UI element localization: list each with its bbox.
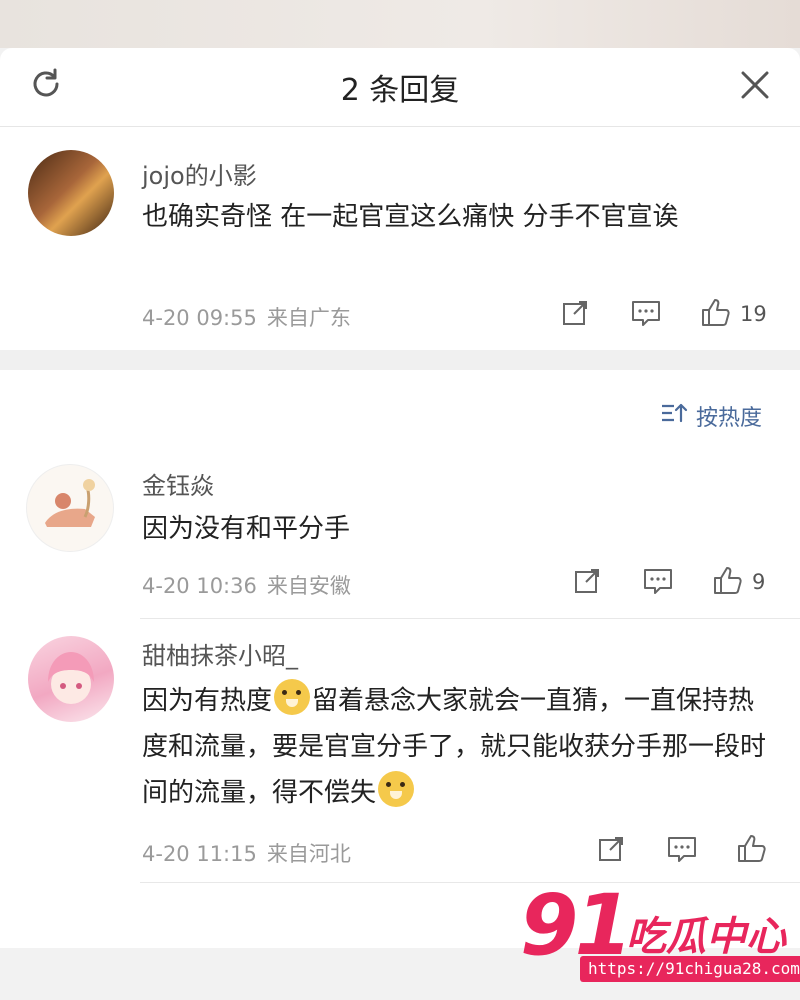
share-icon (572, 566, 602, 600)
comment-date: 4-20 09:55 (142, 306, 257, 330)
like-button[interactable] (736, 832, 768, 868)
watermark-logo: 91 吃瓜中心 https://91chigua28.com (520, 876, 800, 986)
comment-icon (666, 834, 698, 868)
doge-emoji-icon (378, 771, 415, 807)
avatar[interactable] (26, 464, 114, 552)
section-divider (0, 350, 800, 370)
like-count: 9 (752, 570, 766, 594)
doge-emoji-icon (274, 679, 311, 715)
comment-button[interactable] (630, 298, 662, 332)
comment-author[interactable]: jojo的小影 (142, 156, 257, 191)
reply-date: 4-20 11:15 (142, 842, 257, 866)
share-icon (596, 834, 626, 868)
background-strip (0, 0, 800, 48)
share-button[interactable] (596, 834, 626, 868)
sheet-title: 2 条回复 (340, 73, 460, 108)
avatar[interactable] (28, 636, 114, 722)
comment-button[interactable] (666, 834, 698, 868)
close-icon[interactable] (734, 64, 776, 106)
like-count: 19 (740, 302, 767, 326)
sheet-header: 2 条回复 (0, 48, 800, 127)
share-button[interactable] (560, 298, 590, 332)
thumbs-up-icon (736, 832, 768, 868)
main-comment: jojo的小影 也确实奇怪 在一起官宣这么痛快 分手不官宣诶 4-20 09:5… (0, 126, 800, 350)
like-button[interactable]: 19 (700, 296, 767, 332)
reply-date: 4-20 10:36 (142, 574, 257, 598)
reply-author[interactable]: 金钰焱 (142, 466, 214, 501)
reply-text: 因为有热度 留着悬念大家就会一直猜，一直保持热度和流量，要是官宣分手了，就只能收获… (142, 678, 772, 816)
reply-meta: 4-20 11:15 来自河北 (142, 838, 361, 868)
reply-author[interactable]: 甜柚抹茶小昭_ (142, 636, 298, 671)
watermark-url: https://91chigua28.com (580, 956, 800, 982)
share-button[interactable] (572, 566, 602, 600)
comment-text: 也确实奇怪 在一起官宣这么痛快 分手不官宣诶 (142, 202, 679, 232)
share-icon (560, 298, 590, 332)
thumbs-up-icon (712, 564, 744, 600)
avatar[interactable] (28, 150, 114, 236)
comment-location: 来自广东 (266, 306, 351, 330)
replies-sheet: 2 条回复 jojo的小影 也确实奇怪 在一起官宣这么痛快 分手不官宣诶 4-2… (0, 48, 800, 948)
comment-meta: 4-20 09:55 来自广东 (142, 302, 361, 332)
sort-icon (660, 401, 688, 431)
reply-text: 因为没有和平分手 (142, 514, 351, 544)
comment-button[interactable] (642, 566, 674, 600)
reply-location: 来自安徽 (266, 574, 351, 598)
reply-item: 金钰焱 因为没有和平分手 4-20 10:36 来自安徽 9 (0, 458, 800, 618)
divider (140, 618, 800, 619)
comment-icon (630, 298, 662, 332)
like-button[interactable]: 9 (712, 564, 765, 600)
sort-toggle[interactable]: 按热度 (660, 400, 762, 432)
reply-location: 来自河北 (266, 842, 351, 866)
sort-label: 按热度 (696, 406, 763, 431)
watermark-name: 吃瓜中心 (626, 914, 786, 960)
comment-icon (642, 566, 674, 600)
thumbs-up-icon (700, 296, 732, 332)
reply-meta: 4-20 10:36 来自安徽 (142, 570, 361, 600)
reply-text-part: 因为有热度 (142, 686, 273, 716)
